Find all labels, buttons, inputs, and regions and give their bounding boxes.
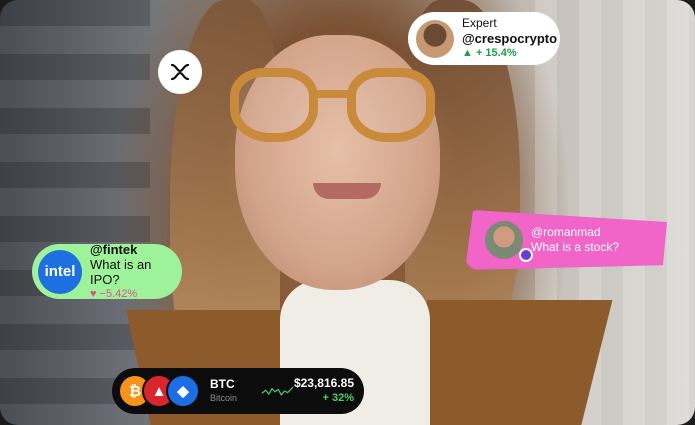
avatar bbox=[485, 221, 523, 259]
avatar bbox=[416, 19, 454, 58]
xrp-icon bbox=[170, 63, 190, 81]
fintek-change: ♥ −5.42% bbox=[90, 287, 138, 300]
btc-name: Bitcoin bbox=[210, 393, 238, 403]
btc-change: + 32% bbox=[322, 392, 355, 404]
x-logo-button[interactable] bbox=[158, 50, 202, 94]
fintek-message: What is an IPO? bbox=[90, 256, 152, 287]
glasses bbox=[230, 68, 435, 146]
btc-price: $23,816.85 bbox=[293, 376, 354, 390]
fintek-handle: @fintek bbox=[90, 241, 138, 257]
btc-symbol: BTC bbox=[210, 377, 235, 391]
expert-title: Expert bbox=[462, 16, 497, 30]
expert-handle: @crespocrypto bbox=[462, 31, 558, 46]
fintek-card[interactable]: intel @fintek What is an IPO? ♥ −5.42% bbox=[32, 241, 182, 300]
hero-image: Expert @crespocrypto ▲ + 15.4% intel @fi… bbox=[0, 0, 695, 425]
sparkline-icon bbox=[261, 386, 294, 396]
expert-change: ▲ + 15.4% bbox=[462, 47, 517, 59]
verified-badge-icon bbox=[519, 248, 533, 262]
roman-message: What is a stock? bbox=[531, 240, 620, 254]
arbitrum-icon: ◆ bbox=[166, 374, 200, 408]
expert-card[interactable]: Expert @crespocrypto ▲ + 15.4% bbox=[408, 12, 560, 65]
btc-ticker[interactable]: ₿ ▲ ◆ BTC Bitcoin $23,816.85 + 32% bbox=[112, 368, 364, 414]
roman-handle: @romanmad bbox=[531, 225, 601, 239]
glasses-lens-right bbox=[347, 68, 435, 142]
mouth bbox=[313, 183, 381, 199]
background-building-left bbox=[0, 0, 150, 425]
glasses-lens-left bbox=[230, 68, 318, 142]
intel-logo: intel bbox=[38, 249, 82, 294]
